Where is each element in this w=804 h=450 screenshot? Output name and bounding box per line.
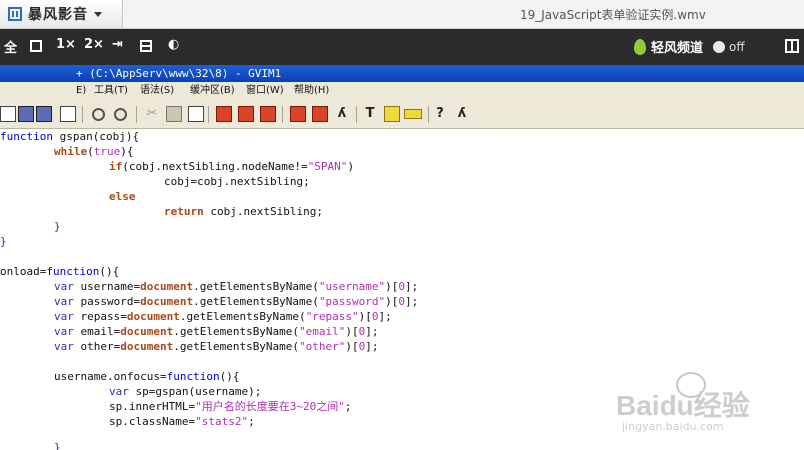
video-title: 19_JavaScript表单验证实例.wmv bbox=[520, 8, 706, 22]
print-icon[interactable] bbox=[60, 106, 76, 122]
speed-2x-button[interactable]: 2× bbox=[84, 37, 104, 52]
speed-1x-button[interactable]: 1× bbox=[56, 37, 76, 52]
code-line: } bbox=[54, 441, 61, 450]
code-line: return cobj.nextSibling; bbox=[164, 205, 323, 218]
compare-icon[interactable] bbox=[404, 109, 422, 119]
baidu-jingyan-watermark: Baidu经验 jingyan.baidu.com bbox=[616, 372, 796, 434]
app-name: 暴风影音 bbox=[28, 7, 88, 23]
toolbar-separator bbox=[428, 106, 429, 123]
menu-window[interactable]: 窗口(W) bbox=[246, 82, 284, 100]
menu-help[interactable]: 帮助(H) bbox=[294, 82, 329, 100]
vim-menubar: E) 工具(T) 语法(S) 缓冲区(B) 窗口(W) 帮助(H) bbox=[0, 82, 804, 100]
run-script-icon[interactable] bbox=[260, 106, 276, 122]
toolbar-separator bbox=[136, 106, 137, 123]
toolbar-separator bbox=[82, 106, 83, 123]
open-file-icon[interactable] bbox=[0, 106, 16, 122]
gvim-window-title: + (C:\AppServ\www\32\8) - GVIM1 bbox=[0, 65, 804, 82]
toolbar-separator bbox=[282, 106, 283, 123]
fullscreen-button[interactable]: 全 bbox=[4, 37, 17, 56]
code-line: var email=document.getElementsByName("em… bbox=[54, 325, 379, 338]
vim-toolbar: ✂ ʎ T ? ʎ bbox=[0, 100, 804, 129]
mini-mode-icon[interactable] bbox=[30, 40, 42, 52]
toolbar-separator bbox=[208, 106, 209, 123]
code-line: else bbox=[109, 190, 136, 203]
save-all-icon[interactable] bbox=[36, 106, 52, 122]
menu-edit[interactable]: E) bbox=[76, 82, 86, 100]
code-line: } bbox=[54, 220, 61, 233]
code-line: sp.innerHTML="用户名的长度要在3~20之间"; bbox=[109, 400, 352, 413]
find-icon[interactable]: ʎ bbox=[454, 106, 470, 122]
playlist-icon[interactable] bbox=[785, 39, 799, 53]
save-icon[interactable] bbox=[18, 106, 34, 122]
qingfeng-channel[interactable]: 轻风频道 off bbox=[634, 37, 745, 56]
channel-toggle[interactable]: off bbox=[713, 40, 745, 54]
code-line: function gspan(cobj){ bbox=[0, 130, 140, 143]
code-line: while(true){ bbox=[54, 145, 134, 158]
code-line: cobj=cobj.nextSibling; bbox=[164, 175, 310, 188]
code-line: username.onfocus=function(){ bbox=[54, 370, 240, 383]
code-line: if(cobj.nextSibling.nodeName!="SPAN") bbox=[109, 160, 355, 173]
gvim-title-text: + (C:\AppServ\www\32\8) - GVIM1 bbox=[76, 67, 282, 80]
menu-buffers[interactable]: 缓冲区(B) bbox=[190, 82, 235, 100]
player-control-bar: 全 1× 2× ⇥ ◐ 轻风频道 off bbox=[0, 29, 804, 65]
toggle-state: off bbox=[729, 39, 745, 54]
copy-icon[interactable] bbox=[166, 106, 182, 122]
code-line: var repass=document.getElementsByName("r… bbox=[54, 310, 392, 323]
watermark-title: Baidu经验 bbox=[616, 390, 750, 421]
code-line: sp.className="stats2"; bbox=[109, 415, 255, 428]
shell-icon[interactable] bbox=[384, 106, 400, 122]
jump-tag-icon[interactable]: ʎ bbox=[334, 106, 350, 122]
toolbar-separator bbox=[356, 106, 357, 123]
code-line: } bbox=[0, 235, 7, 248]
paste-icon[interactable] bbox=[188, 106, 204, 122]
menu-syntax[interactable]: 语法(S) bbox=[140, 82, 174, 100]
skip-icon[interactable]: ⇥ bbox=[112, 37, 123, 52]
help-icon[interactable]: ? bbox=[432, 106, 448, 122]
cut-icon[interactable]: ✂ bbox=[144, 106, 160, 122]
undo-icon[interactable] bbox=[92, 108, 105, 121]
app-menu-button[interactable]: 暴风影音 bbox=[0, 0, 123, 28]
code-line: onload=function(){ bbox=[0, 265, 120, 278]
save-session-icon[interactable] bbox=[238, 106, 254, 122]
bulb-icon[interactable]: ◐ bbox=[168, 37, 179, 52]
watermark-url: jingyan.baidu.com bbox=[622, 420, 724, 433]
make-icon[interactable] bbox=[290, 106, 306, 122]
chevron-down-icon bbox=[94, 11, 102, 17]
screen-split-icon[interactable] bbox=[140, 40, 152, 52]
code-line: var username=document.getElementsByName(… bbox=[54, 280, 419, 293]
find-help-icon[interactable]: T bbox=[362, 106, 378, 122]
menu-tools[interactable]: 工具(T) bbox=[94, 82, 128, 100]
code-line: var other=document.getElementsByName("ot… bbox=[54, 340, 379, 353]
code-line: var password=document.getElementsByName(… bbox=[54, 295, 419, 308]
toggle-knob bbox=[713, 40, 726, 53]
leaf-icon bbox=[634, 38, 646, 55]
run-ctags-icon[interactable] bbox=[312, 106, 328, 122]
load-session-icon[interactable] bbox=[216, 106, 232, 122]
code-line: var sp=gspan(username); bbox=[109, 385, 262, 398]
qingfeng-label: 轻风频道 bbox=[651, 41, 704, 56]
storm-logo-icon bbox=[8, 7, 22, 21]
player-title-bar: 暴风影音 19_JavaScript表单验证实例.wmv bbox=[0, 0, 804, 29]
redo-icon[interactable] bbox=[114, 108, 127, 121]
